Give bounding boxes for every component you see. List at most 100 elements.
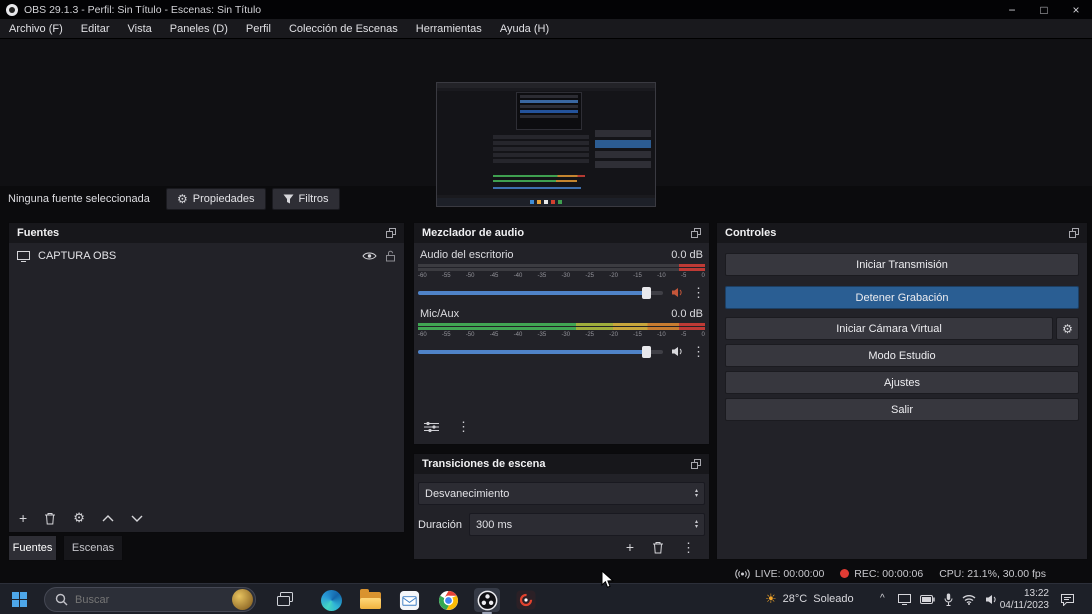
mixer-dock-header[interactable]: Mezclador de audio [414, 223, 709, 243]
lock-icon[interactable] [385, 250, 396, 262]
mic-aux-menu-button[interactable]: ⋮ [692, 345, 705, 358]
battery-icon[interactable] [920, 595, 935, 604]
no-source-label: Ninguna fuente seleccionada [8, 193, 160, 205]
hidden-icons-chevron[interactable]: ^ [880, 593, 885, 604]
menu-ayuda[interactable]: Ayuda (H) [491, 19, 558, 39]
db-tick-label: -60 [418, 332, 427, 338]
mixer-settings-icon[interactable] [424, 421, 439, 433]
mixer-dock-title: Mezclador de audio [422, 227, 524, 239]
move-source-down-button[interactable] [131, 515, 143, 522]
db-tick-label: -15 [633, 332, 642, 338]
select-arrows[interactable]: ▴ ▾ [695, 489, 698, 499]
rec-time: REC: 00:00:06 [854, 568, 923, 580]
transitions-dock: Transiciones de escena Desvanecimiento ▴… [413, 453, 710, 560]
notification-center-icon[interactable] [1060, 593, 1075, 606]
display-tray-icon[interactable] [898, 594, 911, 605]
obs-app-icon [6, 4, 18, 16]
rec-status: REC: 00:00:06 [840, 568, 923, 580]
transition-menu-button[interactable]: ⋮ [682, 541, 695, 554]
duration-label: Duración [418, 519, 462, 531]
selection-bar: Ninguna fuente seleccionada ⚙ Propiedade… [0, 186, 1092, 211]
search-highlight-image[interactable] [232, 589, 253, 610]
settings-button[interactable]: Ajustes [725, 371, 1079, 394]
add-source-button[interactable]: + [19, 511, 27, 525]
tab-escenas[interactable]: Escenas [63, 535, 123, 561]
transitions-dock-header[interactable]: Transiciones de escena [414, 454, 709, 474]
db-tick-label: -35 [538, 332, 547, 338]
taskbar-search[interactable] [44, 587, 256, 612]
db-tick-label: -15 [633, 273, 642, 279]
dock-popout-icon[interactable] [386, 228, 396, 238]
transition-selected-value: Desvanecimiento [425, 488, 509, 500]
minimize-button[interactable]: − [996, 0, 1028, 19]
audio-mixer-dock: Mezclador de audio Audio del escritorio … [413, 222, 710, 445]
duration-spinbox[interactable]: 300 ms ▴ ▾ [469, 513, 705, 536]
taskbar-edge-icon[interactable] [318, 588, 344, 612]
dock-popout-icon[interactable] [691, 459, 701, 469]
menu-archivo[interactable]: Archivo (F) [0, 19, 72, 39]
remove-source-button[interactable] [44, 512, 56, 525]
mic-volume-icon[interactable] [671, 346, 684, 357]
system-tray [898, 593, 998, 606]
search-input[interactable] [75, 594, 225, 606]
desktop-audio-menu-button[interactable]: ⋮ [692, 286, 705, 299]
maximize-button[interactable]: □ [1028, 0, 1060, 19]
controls-dock-header[interactable]: Controles [717, 223, 1087, 243]
mixer-menu-button[interactable]: ⋮ [457, 420, 470, 433]
dock-popout-icon[interactable] [691, 228, 701, 238]
menu-editar[interactable]: Editar [72, 19, 119, 39]
mic-tray-icon[interactable] [944, 593, 953, 606]
studio-mode-button[interactable]: Modo Estudio [725, 344, 1079, 367]
menu-vista[interactable]: Vista [119, 19, 161, 39]
transition-select[interactable]: Desvanecimiento ▴ ▾ [418, 482, 705, 505]
virtual-camera-settings-button[interactable]: ⚙ [1056, 317, 1079, 340]
duration-value: 300 ms [476, 519, 512, 531]
menu-coleccion-escenas[interactable]: Colección de Escenas [280, 19, 407, 39]
db-tick-label: -45 [490, 273, 499, 279]
sources-dock-header[interactable]: Fuentes [9, 223, 404, 243]
start-button[interactable] [12, 592, 27, 607]
db-tick-label: -5 [681, 273, 686, 279]
preview-mini-menubar [437, 88, 655, 91]
desktop-volume-slider[interactable] [418, 291, 663, 295]
menu-perfil[interactable]: Perfil [237, 19, 280, 39]
taskbar-mail-icon[interactable] [396, 588, 422, 612]
filters-button[interactable]: Filtros [272, 188, 340, 210]
db-tick-label: -25 [585, 273, 594, 279]
spin-arrows[interactable]: ▴ ▾ [695, 520, 698, 530]
move-source-up-button[interactable] [102, 515, 114, 522]
remove-transition-button[interactable] [652, 541, 664, 554]
acrobat-icon [516, 590, 536, 610]
source-row[interactable]: CAPTURA OBS [9, 243, 404, 269]
mouse-cursor [601, 570, 614, 589]
menu-herramientas[interactable]: Herramientas [407, 19, 491, 39]
add-transition-button[interactable]: + [626, 540, 634, 554]
taskbar-chrome-icon[interactable] [435, 588, 461, 612]
taskbar-clock[interactable]: 13:22 04/11/2023 [993, 588, 1049, 611]
taskbar-file-explorer-icon[interactable] [357, 588, 383, 612]
task-view-button[interactable] [277, 592, 293, 606]
close-button[interactable]: × [1060, 0, 1092, 19]
titlebar[interactable]: OBS 29.1.3 - Perfil: Sin Título - Escena… [0, 0, 1092, 19]
menu-paneles[interactable]: Paneles (D) [161, 19, 237, 39]
controls-dock-title: Controles [725, 227, 776, 239]
source-properties-button[interactable]: ⚙ [73, 511, 85, 525]
mic-volume-slider[interactable] [418, 350, 663, 354]
wifi-icon[interactable] [962, 594, 976, 605]
visibility-eye-icon[interactable] [362, 251, 377, 261]
exit-button[interactable]: Salir [725, 398, 1079, 421]
properties-button[interactable]: ⚙ Propiedades [166, 188, 266, 210]
taskbar-obs-icon[interactable] [474, 588, 500, 612]
desktop-audio-meter [418, 264, 705, 267]
stop-recording-button[interactable]: Detener Grabación [725, 286, 1079, 309]
desktop-mute-icon[interactable] [671, 287, 684, 298]
start-virtual-camera-button[interactable]: Iniciar Cámara Virtual [725, 317, 1053, 340]
db-scale: -60-55-50-45-40-35-30-25-20-15-10-50 [418, 272, 705, 281]
taskbar-acrobat-icon[interactable] [513, 588, 539, 612]
preview-mini-button [595, 130, 651, 137]
windows-taskbar: ☀ 28°C Soleado ^ 13:22 04/11/2023 [0, 583, 1092, 614]
start-streaming-button[interactable]: Iniciar Transmisión [725, 253, 1079, 276]
dock-popout-icon[interactable] [1069, 228, 1079, 238]
weather-widget[interactable]: ☀ 28°C Soleado [765, 592, 854, 605]
tab-fuentes[interactable]: Fuentes [8, 535, 57, 561]
